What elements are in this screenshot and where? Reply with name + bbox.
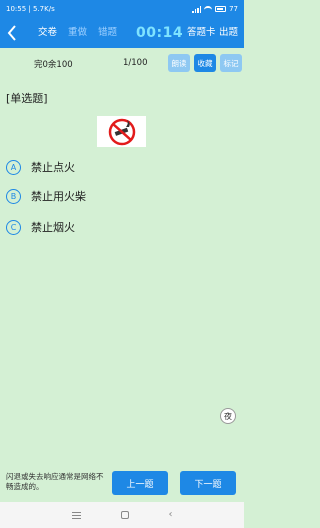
back-button[interactable] — [4, 23, 20, 43]
system-nav-bar: ‹ — [0, 502, 244, 528]
night-mode-button[interactable]: 夜 — [220, 408, 236, 424]
battery-icon — [215, 6, 227, 12]
favorite-button[interactable]: 收藏 — [194, 54, 216, 72]
redo-button[interactable]: 重做 — [68, 26, 87, 40]
option-letter: C — [6, 219, 21, 235]
mark-button[interactable]: 标记 — [220, 54, 242, 72]
status-bar: 10:55 | 5.7K/s 77 — [0, 0, 244, 18]
page-indicator: 1/100 — [123, 58, 148, 68]
prev-question-button[interactable]: 上一题 — [112, 471, 168, 495]
submit-button[interactable]: 交卷 — [38, 26, 57, 40]
wrong-questions-button[interactable]: 错题 — [98, 26, 117, 40]
status-time: 10:55 | 5.7K/s — [6, 5, 55, 13]
option-letter: A — [6, 159, 21, 175]
battery-level: 77 — [229, 5, 238, 13]
question-type: [单选题] — [6, 92, 48, 105]
status-icons: 77 — [192, 5, 238, 13]
timer: 00:14 — [136, 25, 184, 41]
next-question-button[interactable]: 下一题 — [180, 471, 236, 495]
progress-text: 完0余100 — [34, 60, 73, 70]
option-letter: B — [6, 188, 21, 204]
chevron-left-icon — [7, 25, 16, 41]
option-text: 禁止点火 — [31, 161, 75, 174]
info-row: 完0余100 1/100 朗读 收藏 标记 — [0, 52, 244, 74]
back-icon[interactable]: ‹ — [169, 510, 173, 520]
answer-card-button[interactable]: 答题卡 — [187, 26, 216, 40]
option-b[interactable]: B 禁止用火柴 — [6, 188, 86, 204]
bottom-bar: 闪退或失去响应通常是网络不畅造成的。 上一题 下一题 — [0, 466, 244, 502]
read-aloud-button[interactable]: 朗读 — [168, 54, 190, 72]
exit-button[interactable]: 出题 — [219, 26, 238, 40]
network-hint: 闪退或失去响应通常是网络不畅造成的。 — [6, 472, 104, 491]
home-icon[interactable] — [120, 511, 129, 519]
option-text: 禁止烟火 — [31, 221, 75, 234]
option-c[interactable]: C 禁止烟火 — [6, 219, 75, 235]
signal-icon — [192, 5, 202, 13]
option-a[interactable]: A 禁止点火 — [6, 159, 75, 175]
no-fire-sign-icon — [108, 118, 135, 145]
option-text: 禁止用火柴 — [31, 190, 86, 203]
menu-icon[interactable] — [71, 511, 81, 519]
question-image — [97, 116, 146, 147]
top-nav: 交卷 重做 错题 00:14 答题卡 出题 — [0, 18, 244, 48]
wifi-icon — [204, 6, 213, 12]
